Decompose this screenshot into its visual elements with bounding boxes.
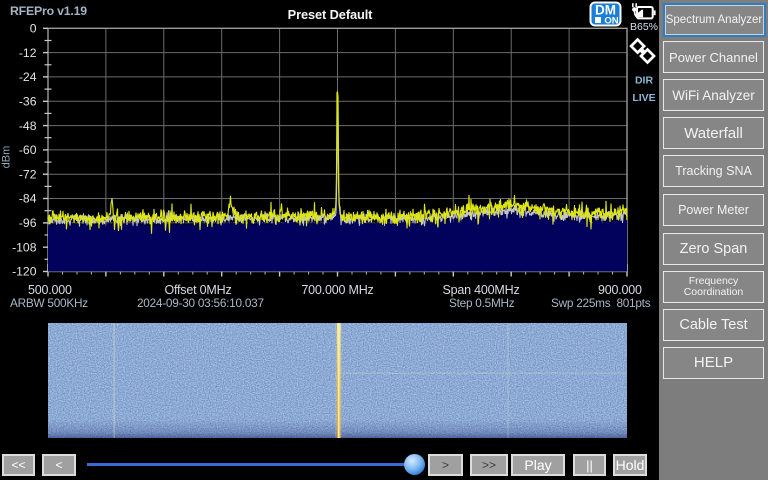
svg-text:dBm: dBm — [1, 146, 13, 169]
svg-text:-72: -72 — [19, 167, 37, 181]
svg-text:-48: -48 — [19, 119, 37, 133]
svg-text:-24: -24 — [19, 70, 37, 84]
svg-text:-120: -120 — [12, 265, 37, 279]
svg-text:-84: -84 — [19, 192, 37, 206]
svg-text:-60: -60 — [19, 143, 37, 157]
svg-text:-96: -96 — [19, 216, 37, 230]
svg-text:-36: -36 — [19, 95, 37, 109]
svg-text:-108: -108 — [12, 240, 37, 254]
svg-text:0: 0 — [30, 22, 37, 36]
svg-text:-12: -12 — [19, 46, 37, 60]
